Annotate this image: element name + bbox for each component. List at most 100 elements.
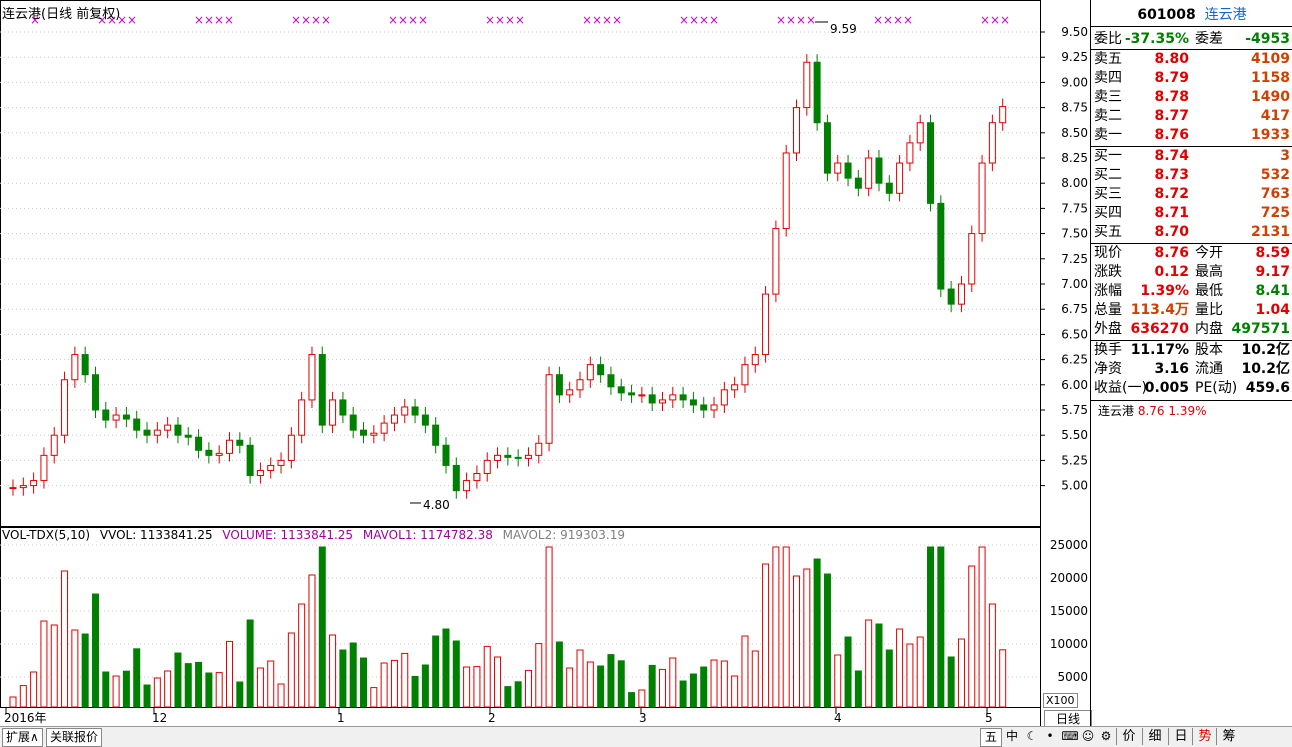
candle-body (360, 429, 368, 436)
stat-row: 现价 8.76 今开 8.59 (1091, 244, 1292, 263)
candle-body (61, 379, 69, 436)
volume-bar (607, 654, 615, 708)
candle-body (988, 122, 996, 164)
stat-row-v1: 0.12 (1154, 264, 1189, 280)
volume-bar (762, 563, 770, 708)
low-annotation: 4.80 (423, 498, 450, 512)
volume-bar (164, 670, 172, 708)
candle-body (122, 414, 130, 420)
volume-bar (999, 649, 1007, 708)
stat-row-l: 涨幅 (1094, 283, 1122, 299)
event-marker: × (679, 13, 689, 27)
stat-row-l2: 今开 (1195, 245, 1223, 261)
tab-chips[interactable]: 筹 (1216, 728, 1241, 745)
volume-bar (318, 546, 326, 708)
tab-related-quote[interactable]: 关联报价 (46, 728, 103, 747)
candle-body (473, 473, 481, 482)
volume-bar (483, 645, 491, 708)
stat-row: 总量 113.4万 量比 1.04 (1091, 301, 1292, 320)
candle-body (535, 442, 543, 456)
event-marker: × (582, 13, 592, 27)
quote-panel: 601008 连云港 委比 -37.35% 委差 -4953 卖五 8.80 410… (1090, 0, 1292, 728)
stat-row-l2: 量比 (1195, 302, 1223, 318)
candle-body (246, 444, 254, 477)
x100-label[interactable]: X100 (1043, 693, 1078, 708)
candle-body (184, 434, 192, 438)
volume-bar (61, 570, 69, 708)
stat-row-l2: 内盘 (1195, 321, 1223, 337)
candle-body (803, 61, 811, 109)
tab-expand[interactable]: 扩展∧ (2, 728, 43, 747)
stat-row-v1: 1.39% (1140, 283, 1189, 299)
ask-row-v2: 1490 (1251, 89, 1290, 105)
candle-body (40, 454, 48, 482)
volume-bar (153, 677, 161, 708)
high-annotation: 9.59 (830, 22, 857, 36)
candle-body (133, 418, 141, 431)
keyboard-icon[interactable]: ⌨ (1060, 728, 1080, 745)
weicha-value: -4953 (1245, 31, 1290, 47)
volume-bar (988, 603, 996, 708)
candle-body (524, 454, 532, 459)
vol-mavol2: MAVOL2: 919303.19 (502, 528, 625, 542)
kline-svg[interactable]: 9.50 9.25 9.00 8.75 8.50 8.25 8.00 7.75 7.50 7.25… (0, 0, 1090, 726)
event-marker: × (408, 13, 418, 27)
candle-body (298, 399, 306, 436)
candle-body (545, 374, 553, 444)
volume-bar (19, 685, 27, 708)
candle-body (421, 414, 429, 426)
event-marker: × (980, 13, 990, 27)
candle-body (452, 464, 460, 492)
gear-icon[interactable]: ⚙ (1096, 728, 1116, 745)
chinese-input-icon[interactable]: 中 (1002, 728, 1022, 745)
stat-row-l2: 最低 (1195, 283, 1223, 299)
volume-bar (349, 642, 357, 708)
volume-bar (421, 664, 429, 708)
volume-bar (91, 593, 99, 708)
event-marker: × (418, 13, 428, 27)
fund-row-v2: 459.6 (1245, 380, 1290, 396)
volume-bar (669, 657, 677, 708)
fund-row: 换手 11.17% 股本 10.2亿 (1091, 341, 1292, 360)
price-axis-label: 5.25 (1061, 453, 1088, 467)
event-marker: × (592, 13, 602, 27)
fund-row-v1: 11.17% (1130, 342, 1189, 358)
volume-bar (854, 670, 862, 708)
ask-row-l: 卖三 (1094, 89, 1122, 105)
moon-icon[interactable]: ☾ (1022, 728, 1042, 745)
dot-icon[interactable]: • (1040, 728, 1060, 745)
price-axis-label: 9.25 (1061, 50, 1088, 64)
tab-detail[interactable]: 细 (1142, 728, 1167, 745)
volume-bar (463, 666, 471, 708)
candle-body (71, 354, 79, 381)
event-marker: × (1000, 13, 1010, 27)
bid-row-v1: 8.71 (1154, 205, 1189, 221)
fund-row-l2: 流通 (1195, 361, 1223, 377)
event-marker: × (127, 13, 137, 27)
candle-body (370, 432, 378, 436)
bid-row-l: 买四 (1094, 205, 1122, 221)
ask-row-v1: 8.77 (1154, 108, 1189, 124)
candle-body (937, 202, 945, 290)
ask-row: 卖四 8.79 1158 (1091, 69, 1292, 88)
tab-trend[interactable]: 势 (1192, 728, 1217, 745)
event-marker: × (214, 13, 224, 27)
volume-bar (112, 675, 120, 708)
candle-body (442, 444, 450, 466)
person-icon[interactable]: ☺ (1078, 728, 1098, 745)
tab-day[interactable]: 日 (1168, 728, 1193, 745)
five-icon[interactable]: 五 (980, 728, 1002, 747)
candle-body (566, 389, 574, 396)
candle-body (658, 399, 666, 404)
tab-price[interactable]: 价 (1116, 728, 1141, 745)
volume-bar (628, 692, 636, 708)
fund-row-v1: 3.16 (1154, 361, 1189, 377)
candle-body (916, 122, 924, 144)
vol-axis-label: 20000 (1050, 571, 1088, 585)
chart-title: 连云港(日线 前复权) (2, 7, 121, 22)
x-axis-label: 1 (337, 711, 345, 725)
kline-chart-area[interactable]: 9.50 9.25 9.00 8.75 8.50 8.25 8.00 7.75 7.50 7.25… (0, 0, 1092, 728)
volume-bar (184, 663, 192, 708)
stat-row-v1: 8.76 (1154, 245, 1189, 261)
bid-row: 买五 8.70 2131 (1091, 223, 1292, 242)
